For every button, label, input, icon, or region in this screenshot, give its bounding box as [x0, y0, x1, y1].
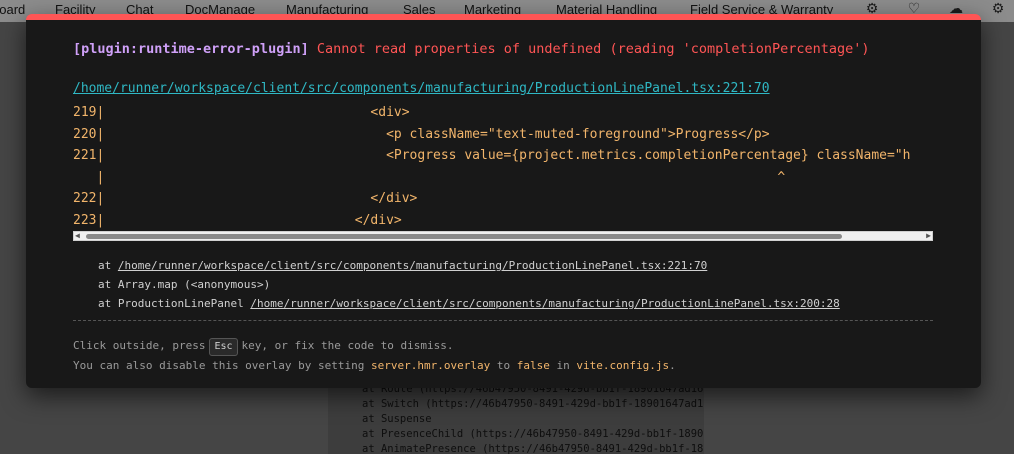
esc-key: Esc [209, 338, 238, 356]
error-title: [plugin:runtime-error-plugin] Cannot rea… [73, 41, 870, 57]
stack-trace: at /home/runner/workspace/client/src/com… [98, 256, 840, 313]
code-line: 219| <div> [73, 105, 410, 120]
code-line: 223| </div> [73, 212, 402, 228]
stack-frame: at Array.map (<anonymous>) [98, 278, 271, 291]
error-file-link[interactable]: /home/runner/workspace/client/src/compon… [73, 81, 770, 96]
dismiss-tip: Click outside, press Esc key, or fix the c… [73, 338, 676, 372]
scroll-right-icon[interactable]: ▶ [926, 231, 931, 240]
code-line: | ^ [73, 169, 786, 185]
config-file: vite.config.js [576, 359, 670, 372]
error-message: Cannot read properties of undefined (rea… [316, 41, 870, 57]
code-line: 221| <Progress value={project.metrics.co… [73, 148, 911, 164]
stack-frame-link[interactable]: /home/runner/workspace/client/src/compon… [118, 259, 707, 272]
code-horizontal-scrollbar[interactable]: ◀ ▶ [73, 231, 933, 241]
scrollbar-thumb[interactable] [86, 234, 842, 239]
stack-frame: at /home/runner/workspace/client/src/com… [98, 259, 708, 272]
code-frame: 219| <div> 220| <p className="text-muted… [73, 102, 933, 230]
setting-name: server.hmr.overlay [371, 359, 491, 372]
code-line: 220| <p className="text-muted-foreground… [73, 126, 770, 142]
stack-frame-link[interactable]: /home/runner/workspace/client/src/compon… [250, 297, 839, 310]
stack-frame: at ProductionLinePanel /home/runner/work… [98, 297, 840, 310]
setting-value: false [516, 359, 550, 372]
error-overlay: [plugin:runtime-error-plugin] Cannot rea… [26, 14, 981, 388]
scroll-left-icon[interactable]: ◀ [75, 231, 80, 240]
code-line: 222| </div> [73, 191, 418, 207]
error-plugin-name: [plugin:runtime-error-plugin] [73, 41, 309, 57]
divider [73, 320, 933, 321]
